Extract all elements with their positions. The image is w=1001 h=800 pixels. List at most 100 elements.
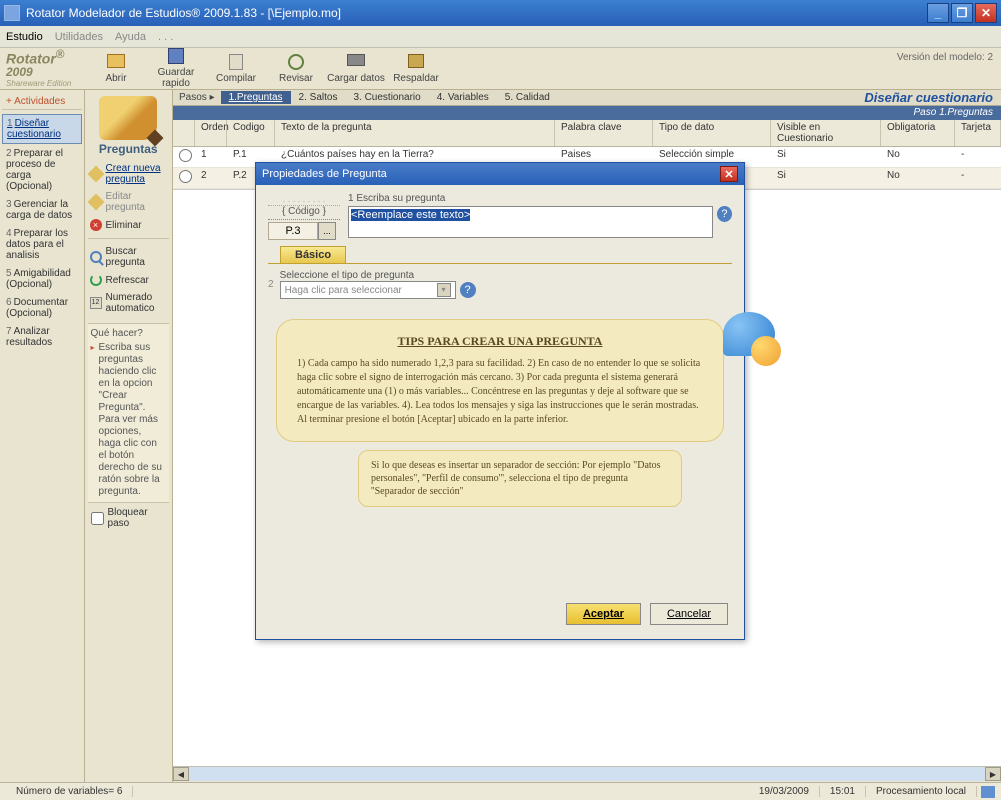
search-icon [90,251,102,263]
toolbar: Rotator® 2009 Shareware Edition Abrir Gu… [0,48,1001,90]
activities-panel: + Actividades 1Diseñar cuestionario 2Pre… [0,90,85,782]
load-icon [347,54,365,66]
what-to-do-text: Escriba sus preguntas haciendo clic en l… [91,342,166,498]
auto-number-link[interactable]: 12Numerado automatico [88,289,169,317]
cancel-button[interactable]: Cancelar [650,603,728,625]
activity-analyze[interactable]: 7Analizar resultados [2,323,82,351]
status-date: 19/03/2009 [749,786,820,797]
backup-button[interactable]: Respaldar [386,54,446,84]
question-type-combo[interactable]: Haga clic para seleccionar ▾ [280,281,456,299]
cell-orden: 2 [195,168,227,188]
cell-visible: Si [771,168,881,188]
dialog-title: Propiedades de Pregunta [262,168,387,180]
edit-question-link[interactable]: Editar pregunta [88,188,169,216]
search-question-link[interactable]: Buscar pregunta [88,243,169,271]
questions-actions-panel: Preguntas Crear nueva pregunta Editar pr… [85,90,173,782]
backup-icon [408,54,424,68]
col-oblig[interactable]: Obligatoria [881,120,955,146]
menu-ayuda[interactable]: Ayuda [115,31,146,43]
activity-prepare-analysis[interactable]: 4Preparar los datos para el analisis [2,225,82,264]
activity-document[interactable]: 6Documentar (Opcional) [2,294,82,322]
model-version-label: Versión del modelo: 2 [897,52,993,63]
close-button[interactable]: ✕ [975,3,997,23]
delete-question-link[interactable]: ×Eliminar [88,216,169,234]
scroll-track[interactable] [189,767,985,781]
status-icon [981,786,995,798]
status-time: 15:01 [820,786,866,797]
code-field-group: . . . . . . . . . { Código } ... [268,193,340,240]
step-variables[interactable]: 4. Variables [429,91,497,104]
load-data-button[interactable]: Cargar datos [326,54,386,84]
revise-button[interactable]: Revisar [266,54,326,84]
revise-icon [288,54,304,70]
open-icon [107,54,125,68]
code-label: { Código } [268,206,340,220]
col-tarjeta[interactable]: Tarjeta [955,120,1001,146]
compile-icon [229,54,243,70]
compile-button[interactable]: Compilar [206,54,266,84]
col-texto[interactable]: Texto de la pregunta [275,120,555,146]
scroll-right-button[interactable]: ▶ [985,767,1001,781]
col-codigo[interactable]: Codigo [227,120,275,146]
edit-icon [87,194,104,211]
app-icon [4,5,20,21]
step-saltos[interactable]: 2. Saltos [291,91,346,104]
row-radio[interactable] [179,149,192,162]
step-subtitle: Paso 1.Preguntas [173,106,1001,120]
question-properties-dialog: Propiedades de Pregunta ✕ . . . . . . . … [255,162,745,640]
step-cuestionario[interactable]: 3. Cuestionario [345,91,428,104]
horizontal-scrollbar[interactable]: ◀ ▶ [173,766,1001,782]
grid-header: Orden Codigo Texto de la pregunta Palabr… [173,120,1001,147]
dialog-close-button[interactable]: ✕ [720,166,738,182]
combo-placeholder: Haga clic para seleccionar [285,285,402,296]
activity-friendliness[interactable]: 5Amigabilidad (Opcional) [2,265,82,293]
menu-more[interactable]: . . . [158,31,173,43]
col-visible[interactable]: Visible en Cuestionario [771,120,881,146]
create-question-link[interactable]: Crear nueva pregunta [88,160,169,188]
help-icon[interactable]: ? [460,282,476,298]
steps-bar: Pasos ▸ 1.Preguntas 2. Saltos 3. Cuestio… [173,90,1001,106]
cell-orden: 1 [195,147,227,167]
pencil-icon [99,96,157,140]
col-orden[interactable]: Orden [195,120,227,146]
section-title: Diseñar cuestionario [864,90,1001,105]
status-bar: Número de variables= 6 19/03/2009 15:01 … [0,782,1001,800]
activity-design[interactable]: 1Diseñar cuestionario [2,114,82,144]
code-browse-button[interactable]: ... [318,222,336,240]
number-icon: 12 [90,297,102,309]
status-processing: Procesamiento local [866,786,977,797]
save-button[interactable]: Guardar rapido [146,48,206,89]
activity-manage-load[interactable]: 3Gerenciar la carga de datos [2,196,82,224]
delete-icon: × [90,219,102,231]
col-palabra[interactable]: Palabra clave [555,120,653,146]
step-calidad[interactable]: 5. Calidad [497,91,558,104]
open-button[interactable]: Abrir [86,54,146,84]
tips-box: TIPS PARA CREAR UNA PREGUNTA 1) Cada cam… [276,319,724,442]
menu-utilidades[interactable]: Utilidades [55,31,103,43]
smile-icon [751,336,781,366]
code-input[interactable] [268,222,318,240]
activity-prepare-load[interactable]: 2Preparar el proceso de carga (Opcional) [2,145,82,195]
window-titlebar: Rotator Modelador de Estudios® 2009.1.83… [0,0,1001,26]
lock-step-input[interactable] [91,512,104,525]
separator-tip-box: Si lo que deseas es insertar un separado… [358,450,682,507]
chat-bubble-icon [723,312,775,356]
scroll-left-button[interactable]: ◀ [173,767,189,781]
help-icon[interactable]: ? [717,206,732,222]
accept-button[interactable]: Aceptar [566,603,641,625]
refresh-icon [90,274,102,286]
cell-visible: Si [771,147,881,167]
tab-basico[interactable]: Básico [280,246,346,263]
minimize-button[interactable]: _ [927,3,949,23]
row-radio[interactable] [179,170,192,183]
lock-step-checkbox[interactable]: Bloquear paso [88,502,169,533]
refresh-link[interactable]: Refrescar [88,271,169,289]
col-select[interactable] [173,120,195,146]
step-preguntas[interactable]: 1.Preguntas [221,91,291,104]
cell-tarjeta: - [955,168,1001,188]
menu-estudio[interactable]: Estudio [6,31,43,43]
question-text-input[interactable]: <Reemplace este texto> [348,206,713,238]
maximize-button[interactable]: ❐ [951,3,973,23]
col-tipo[interactable]: Tipo de dato [653,120,771,146]
save-icon [168,48,184,64]
